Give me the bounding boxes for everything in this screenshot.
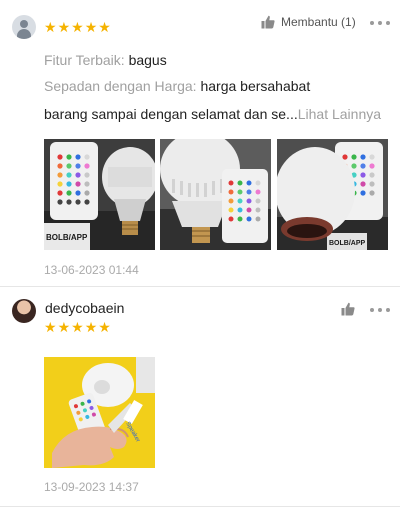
more-horizontal-icon: [370, 21, 374, 25]
rating-stars: ★ ★ ★ ★ ★: [44, 20, 111, 34]
review-photo[interactable]: Speaker: [44, 357, 155, 468]
more-horizontal-icon: [370, 308, 374, 312]
star-icon: ★: [84, 19, 98, 35]
thumbs-up-icon: [261, 15, 275, 29]
review-photo[interactable]: BOLB/APP: [277, 139, 388, 250]
best-feature-line: Fitur Terbaik: bagus: [44, 52, 167, 68]
review-item: ★ ★ ★ ★ ★ Membantu (1) Fitur Terbaik: bagus …: [0, 0, 400, 287]
svg-text:BOLB/APP: BOLB/APP: [46, 233, 88, 242]
helpful-count: Membantu (1): [281, 15, 356, 29]
best-feature-label: Fitur Terbaik:: [44, 52, 125, 68]
see-more-link[interactable]: Lihat Lainnya: [298, 106, 381, 122]
more-options-button[interactable]: [370, 17, 390, 29]
best-feature-value: bagus: [128, 52, 167, 68]
helpful-button[interactable]: [341, 302, 355, 316]
user-avatar: [12, 299, 36, 323]
thumbs-up-icon: [341, 302, 355, 316]
star-icon: ★: [57, 319, 71, 335]
value-for-money-value: harga bersahabat: [200, 78, 311, 94]
value-for-money-label: Sepadan dengan Harga:: [44, 78, 197, 94]
value-for-money-line: Sepadan dengan Harga: harga bersahabat: [44, 78, 310, 94]
star-icon: ★: [71, 19, 84, 35]
star-icon: ★: [71, 319, 84, 335]
review-body: barang sampai dengan selamat dan se...: [44, 106, 298, 122]
username: dedycobaein: [45, 300, 125, 316]
star-icon: ★: [44, 19, 57, 35]
default-avatar: [12, 15, 36, 39]
star-icon: ★: [98, 19, 111, 35]
review-photo[interactable]: [160, 139, 271, 250]
more-options-button[interactable]: [370, 304, 390, 316]
review-date: 13-06-2023 01:44: [44, 263, 139, 277]
helpful-button[interactable]: Membantu (1): [261, 15, 356, 29]
review-text: barang sampai dengan selamat dan se...Li…: [44, 106, 381, 122]
review-photo[interactable]: BOLB/APP: [44, 139, 155, 250]
svg-text:BOLB/APP: BOLB/APP: [329, 240, 366, 247]
rating-stars: ★ ★ ★ ★ ★: [44, 320, 111, 334]
star-icon: ★: [84, 319, 98, 335]
star-icon: ★: [57, 19, 71, 35]
review-item: dedycobaein ★ ★ ★ ★ ★ Speaker 13-09-2023…: [0, 289, 400, 507]
star-icon: ★: [44, 319, 57, 335]
star-icon: ★: [98, 319, 111, 335]
review-date: 13-09-2023 14:37: [44, 480, 139, 494]
